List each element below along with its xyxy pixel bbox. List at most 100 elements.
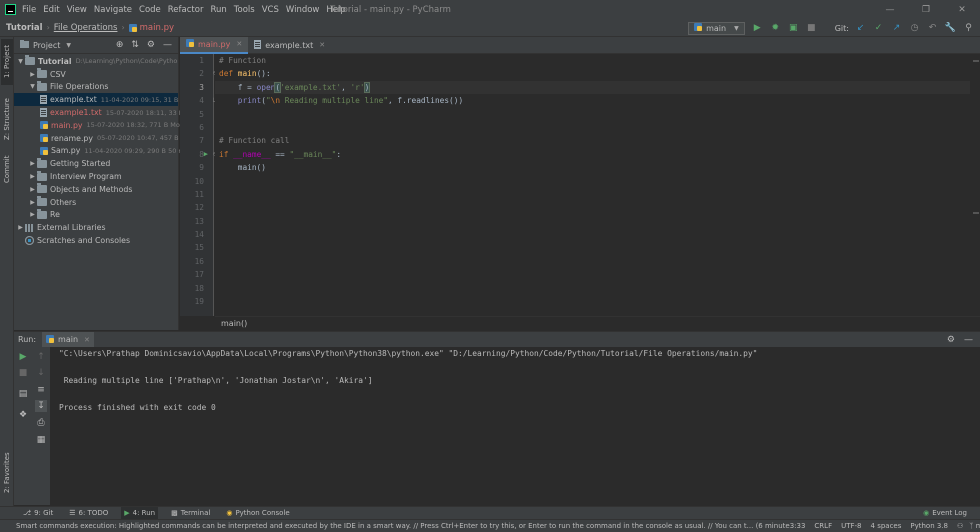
code-editor[interactable]: # Function def main(): f = open('example…: [215, 54, 970, 316]
tool-git[interactable]: ⎇ 9: Git: [20, 507, 56, 520]
hide-icon[interactable]: —: [163, 40, 172, 50]
line-number[interactable]: 8⊖▶: [180, 148, 217, 161]
line-number[interactable]: 2⊖: [180, 67, 217, 80]
line-number[interactable]: 3: [180, 81, 213, 94]
dropdown-arrow-icon[interactable]: ▼: [66, 42, 71, 49]
git-branch[interactable]: ᛉ master: [969, 522, 980, 530]
rollback-icon[interactable]: ↶: [926, 22, 939, 35]
scroll-up-icon[interactable]: ↑: [35, 351, 47, 363]
soft-wrap-icon[interactable]: ≡: [35, 384, 47, 396]
menu-file[interactable]: File: [22, 5, 36, 15]
chevron-right-icon[interactable]: ▶: [28, 186, 37, 193]
tree-item[interactable]: rename.py 05-07-2020 10:47, 457 B: [14, 132, 179, 145]
tool-terminal[interactable]: ▩ Terminal: [168, 507, 213, 520]
line-number[interactable]: 16: [180, 255, 213, 268]
run-config-selector[interactable]: main ▼: [688, 21, 745, 35]
menu-navigate[interactable]: Navigate: [94, 5, 132, 15]
settings-icon[interactable]: 🔧: [944, 22, 957, 35]
line-number[interactable]: 4⊔: [180, 94, 217, 107]
close-icon[interactable]: ✕: [944, 0, 980, 19]
breadcrumb-project[interactable]: Tutorial: [6, 23, 43, 33]
line-number[interactable]: 6: [180, 121, 213, 134]
run-icon[interactable]: ▶: [751, 22, 764, 35]
minimize-icon[interactable]: —: [872, 0, 908, 19]
line-number[interactable]: 5: [180, 108, 213, 121]
tab-commit[interactable]: Commit: [1, 151, 13, 187]
menu-tools[interactable]: Tools: [234, 5, 255, 15]
tab-example-txt[interactable]: example.txt ✕: [248, 37, 331, 54]
git-update-icon[interactable]: ↙: [854, 22, 867, 35]
line-number[interactable]: 11: [180, 188, 213, 201]
tab-favorites[interactable]: 2: Favorites: [1, 447, 13, 499]
collapse-all-icon[interactable]: ⇅: [131, 40, 139, 50]
layout-icon[interactable]: ▤: [17, 388, 29, 400]
tree-item[interactable]: ▶ Objects and Methods: [14, 183, 178, 196]
menu-view[interactable]: View: [67, 5, 87, 15]
scroll-to-end-icon[interactable]: ↧: [35, 400, 47, 412]
menu-run[interactable]: Run: [210, 5, 226, 15]
event-log[interactable]: ◉ Event Log: [920, 507, 970, 520]
menu-code[interactable]: Code: [139, 5, 161, 15]
chevron-right-icon[interactable]: ▶: [28, 160, 37, 167]
tool-run[interactable]: ▶ 4: Run: [121, 506, 159, 520]
tab-project[interactable]: 1: Project: [1, 39, 13, 85]
indent-setting[interactable]: 4 spaces: [871, 522, 902, 530]
status-message[interactable]: Smart commands execution: Highlighted co…: [0, 522, 790, 530]
tree-item[interactable]: example.txt 11-04-2020 09:15, 31 B 7: [14, 93, 185, 107]
line-number[interactable]: 18: [180, 282, 213, 295]
debug-icon[interactable]: ✹: [769, 22, 782, 35]
hide-icon[interactable]: —: [964, 335, 973, 345]
menu-edit[interactable]: Edit: [43, 5, 59, 15]
line-number[interactable]: 17: [180, 268, 213, 281]
line-number[interactable]: 14: [180, 228, 213, 241]
close-tab-icon[interactable]: ✕: [84, 336, 90, 344]
chevron-right-icon[interactable]: ▶: [28, 173, 37, 180]
menu-window[interactable]: Window: [286, 5, 320, 15]
tab-structure[interactable]: Z: Structure: [1, 93, 13, 145]
git-commit-icon[interactable]: ✓: [872, 22, 885, 35]
locate-icon[interactable]: ⊕: [116, 40, 124, 50]
tree-item[interactable]: main.py 15-07-2020 18:32, 771 B Mor: [14, 119, 183, 132]
breadcrumb-file[interactable]: main.py: [140, 23, 174, 33]
line-number[interactable]: 19: [180, 295, 213, 308]
tree-item[interactable]: ▶ Others: [14, 196, 178, 209]
line-number[interactable]: 13: [180, 215, 213, 228]
print-icon[interactable]: ⎙: [35, 417, 47, 429]
tab-main-py[interactable]: main.py ✕: [180, 36, 249, 54]
line-number[interactable]: 1: [180, 54, 213, 67]
caret-position[interactable]: 3:33: [790, 522, 806, 530]
line-number[interactable]: 15: [180, 241, 213, 254]
chevron-down-icon[interactable]: ▼: [16, 58, 25, 65]
tree-item[interactable]: ▶ CSV: [14, 68, 178, 81]
editor-scrollbar[interactable]: [972, 54, 980, 316]
line-number[interactable]: 7: [180, 134, 213, 147]
chevron-down-icon[interactable]: ▼: [28, 83, 37, 90]
stop-icon[interactable]: ■: [805, 22, 818, 35]
tree-item[interactable]: ▶ External Libraries: [14, 221, 178, 234]
breadcrumb-folder[interactable]: File Operations: [54, 23, 118, 33]
tree-item[interactable]: example1.txt 15-07-2020 18:11, 33 B: [14, 106, 183, 119]
scroll-down-icon[interactable]: ↓: [35, 367, 47, 379]
line-separator[interactable]: CRLF: [814, 522, 832, 530]
run-console[interactable]: "C:\Users\Prathap Dominicsavio\AppData\L…: [50, 347, 980, 505]
menu-refactor[interactable]: Refactor: [168, 5, 204, 15]
tool-python-console[interactable]: ◉ Python Console: [223, 507, 292, 520]
line-number[interactable]: 9: [180, 161, 213, 174]
trash-icon[interactable]: ▦: [35, 434, 47, 446]
pin-icon[interactable]: ❖: [17, 409, 29, 421]
chevron-right-icon[interactable]: ▶: [28, 199, 37, 206]
maximize-icon[interactable]: ❐: [908, 0, 944, 19]
breadcrumb-function[interactable]: main(): [221, 319, 247, 328]
tree-item[interactable]: ▶ Getting Started: [14, 157, 178, 170]
chevron-right-icon[interactable]: ▶: [28, 211, 37, 218]
tree-item[interactable]: Sam.py 11-04-2020 09:29, 290 B 50 m: [14, 145, 185, 158]
coverage-icon[interactable]: ▣: [787, 22, 800, 35]
lock-icon[interactable]: ⚇: [957, 522, 963, 530]
tool-todo[interactable]: ☰ 6: TODO: [66, 507, 111, 520]
run-gutter-icon[interactable]: ▶: [204, 148, 208, 161]
gear-icon[interactable]: ⚙: [147, 40, 155, 50]
history-icon[interactable]: ◷: [908, 22, 921, 35]
close-tab-icon[interactable]: ✕: [319, 41, 325, 49]
project-panel-title[interactable]: Project: [33, 41, 60, 50]
git-push-icon[interactable]: ↗: [890, 22, 903, 35]
